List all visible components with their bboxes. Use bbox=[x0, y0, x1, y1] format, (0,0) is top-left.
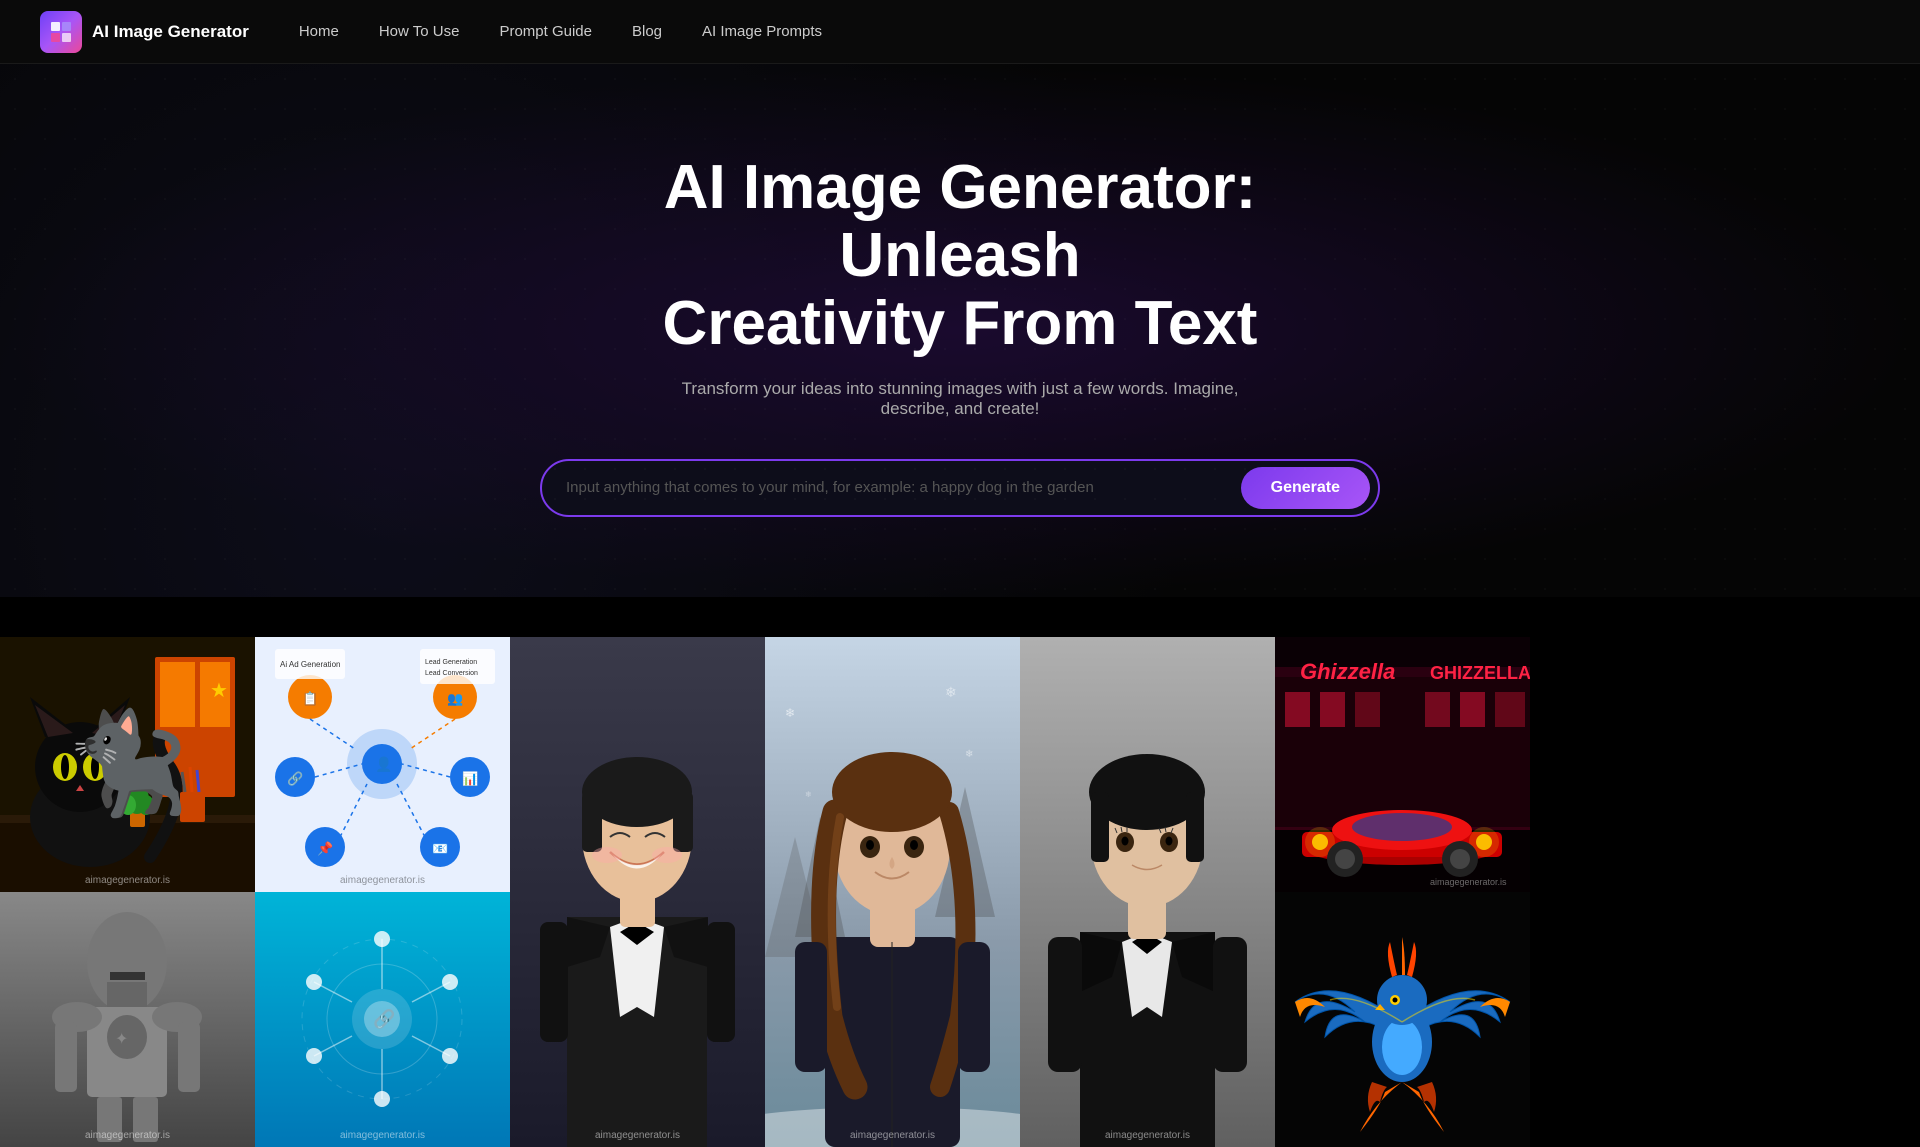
woman-tux2-svg bbox=[1020, 637, 1275, 1147]
svg-text:❄: ❄ bbox=[805, 790, 812, 799]
gallery-section: ★ aimagegenerator.is bbox=[0, 597, 1920, 1147]
gallery-item-black-cat[interactable]: ★ aimagegenerator.is bbox=[0, 637, 255, 892]
svg-text:Ghizzella: Ghizzella bbox=[1300, 659, 1395, 684]
prompt-input[interactable] bbox=[566, 479, 1229, 496]
gallery-grid: ★ aimagegenerator.is bbox=[0, 637, 1920, 1147]
svg-text:📌: 📌 bbox=[317, 840, 333, 856]
svg-text:📧: 📧 bbox=[432, 841, 448, 856]
svg-text:🔗: 🔗 bbox=[287, 770, 303, 787]
nav-link-how-to-use[interactable]: How To Use bbox=[379, 23, 460, 40]
tech-svg: 🔗 bbox=[255, 892, 510, 1147]
phoenix-svg bbox=[1275, 892, 1530, 1147]
svg-text:🔗: 🔗 bbox=[373, 1008, 395, 1030]
navbar: AI Image Generator Home How To Use Promp… bbox=[0, 0, 1920, 64]
hero-subtitle: Transform your ideas into stunning image… bbox=[660, 379, 1260, 419]
svg-text:❄: ❄ bbox=[785, 706, 795, 720]
gallery-item-phoenix[interactable] bbox=[1275, 892, 1530, 1147]
hero-title: AI Image Generator: Unleash Creativity F… bbox=[560, 154, 1360, 359]
hero-section: AI Image Generator: Unleash Creativity F… bbox=[0, 64, 1920, 597]
knight-svg: ✦ bbox=[0, 892, 255, 1147]
svg-text:❄: ❄ bbox=[965, 749, 973, 760]
nav-logo[interactable]: AI Image Generator bbox=[40, 11, 249, 53]
nav-link-ai-image-prompts[interactable]: AI Image Prompts bbox=[702, 23, 822, 40]
svg-text:❄: ❄ bbox=[945, 684, 957, 700]
svg-text:GHIZZELLA: GHIZZELLA bbox=[1430, 663, 1530, 683]
gallery-item-woman-snow[interactable]: ❄ ❄ ❄ ❄ aimagegenerator.is bbox=[765, 637, 1020, 1147]
generate-button[interactable]: Generate bbox=[1241, 467, 1370, 509]
gallery-col-3: aimagegenerator.is bbox=[510, 637, 765, 1147]
gallery-col-4: ❄ ❄ ❄ ❄ aimagegenerator.is bbox=[765, 637, 1020, 1147]
logo-icon bbox=[40, 11, 82, 53]
woman-snow-svg: ❄ ❄ ❄ ❄ bbox=[765, 637, 1020, 1147]
cat-svg: ★ bbox=[0, 637, 255, 892]
nav-link-home[interactable]: Home bbox=[299, 23, 339, 40]
infographic-svg: 👤 📋 👥 🔗 📊 📌 📧 bbox=[255, 637, 510, 892]
car-neon-svg: Ghizzella GHIZZELLA bbox=[1275, 637, 1530, 892]
svg-text:★: ★ bbox=[210, 680, 228, 702]
nav-link-blog[interactable]: Blog bbox=[632, 23, 662, 40]
gallery-col-2: 👤 📋 👥 🔗 📊 📌 📧 bbox=[255, 637, 510, 1147]
gallery-col-6: Ghizzella GHIZZELLA bbox=[1275, 637, 1530, 1147]
svg-text:👤: 👤 bbox=[375, 756, 392, 773]
svg-text:👥: 👥 bbox=[447, 691, 463, 706]
svg-text:Lead Generation: Lead Generation bbox=[425, 659, 477, 666]
svg-text:📋: 📋 bbox=[302, 691, 318, 706]
svg-text:Ai Ad Generation: Ai Ad Generation bbox=[280, 660, 340, 669]
gallery-item-car-neon[interactable]: Ghizzella GHIZZELLA bbox=[1275, 637, 1530, 892]
nav-links: Home How To Use Prompt Guide Blog AI Ima… bbox=[299, 23, 822, 40]
gallery-col-1: ★ aimagegenerator.is bbox=[0, 637, 255, 1147]
nav-logo-text: AI Image Generator bbox=[92, 22, 249, 42]
gallery-item-infographic[interactable]: 👤 📋 👥 🔗 📊 📌 📧 bbox=[255, 637, 510, 892]
svg-text:📊: 📊 bbox=[462, 771, 478, 786]
gallery-item-knight[interactable]: ✦ aimagegenerator.is bbox=[0, 892, 255, 1147]
woman-tux-svg bbox=[510, 637, 765, 1147]
svg-text:✦: ✦ bbox=[115, 1031, 128, 1048]
gallery-col-5: aimagegenerator.is bbox=[1020, 637, 1275, 1147]
gallery-item-woman-tux-2[interactable]: aimagegenerator.is bbox=[1020, 637, 1275, 1147]
search-bar: Generate bbox=[540, 459, 1380, 517]
gallery-item-woman-tux-1[interactable]: aimagegenerator.is bbox=[510, 637, 765, 1147]
svg-text:aimagegenerator.is: aimagegenerator.is bbox=[1430, 877, 1507, 887]
svg-text:Lead Conversion: Lead Conversion bbox=[425, 670, 478, 677]
nav-link-prompt-guide[interactable]: Prompt Guide bbox=[499, 23, 592, 40]
gallery-item-tech[interactable]: 🔗 aimagegenerator.is bbox=[255, 892, 510, 1147]
